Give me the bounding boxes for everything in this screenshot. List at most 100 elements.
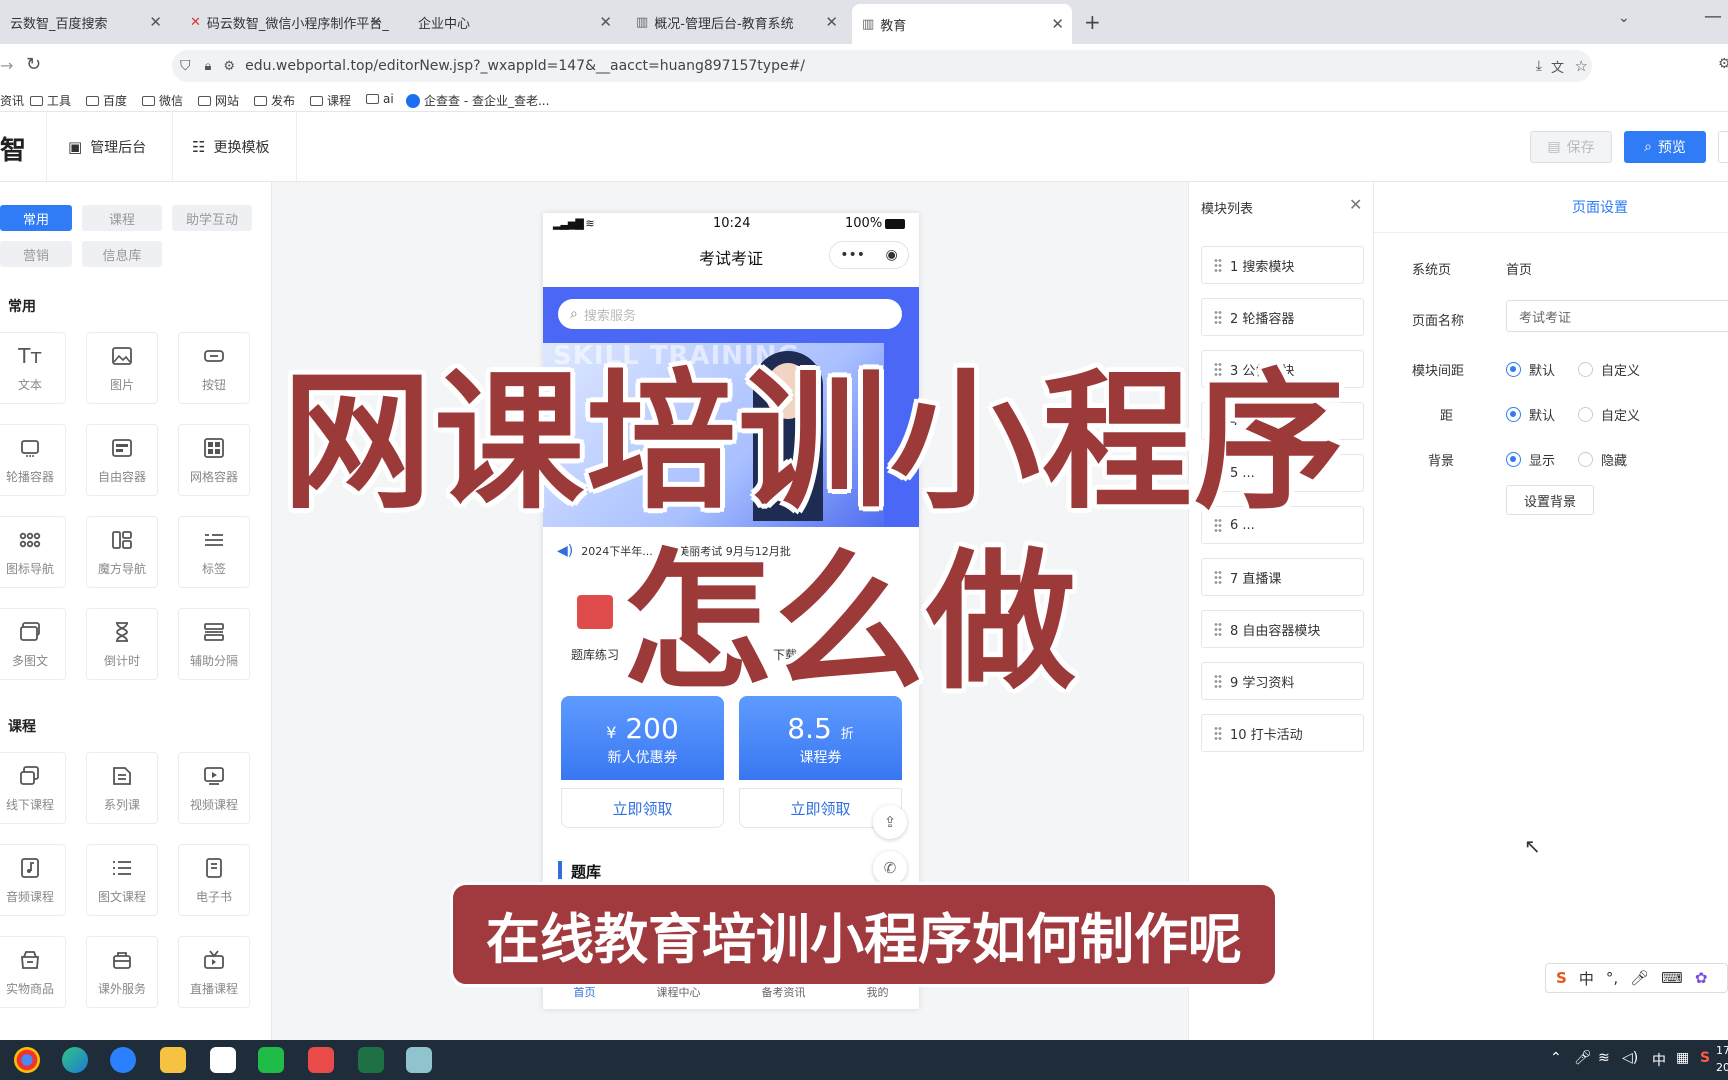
minimize-icon[interactable]: — [1704, 6, 1722, 27]
excel-icon[interactable] [358, 1047, 384, 1073]
set-background-button[interactable]: 设置背景 [1506, 485, 1594, 515]
nav-admin[interactable]: ▣ 管理后台 [68, 112, 146, 182]
tab-list-icon[interactable]: ⌄ [1618, 10, 1630, 26]
save-button[interactable]: ▤ 保存 [1530, 131, 1612, 163]
bookmark-folder[interactable]: 课程 [310, 92, 351, 109]
component-offline-course[interactable]: 线下课程 [0, 752, 66, 824]
url-text[interactable]: edu.webportal.top/editorNew.jsp?_wxappId… [245, 58, 805, 74]
volume-icon[interactable]: ◁) [1622, 1050, 1638, 1066]
component-text[interactable]: Tт 文本 [0, 332, 66, 404]
category-tab-common[interactable]: 常用 [0, 205, 72, 231]
keyboard-icon[interactable]: ⌨ [1661, 969, 1683, 987]
browser-tab[interactable]: ✕ 码云数智_微信小程序制作平台_ ✕ [180, 6, 390, 38]
category-tab-interaction[interactable]: 助学互动 [172, 205, 252, 231]
edge-icon[interactable] [62, 1047, 88, 1073]
notepad-icon[interactable] [406, 1047, 432, 1073]
preview-button[interactable]: ⌕ 预览 [1624, 131, 1706, 163]
drag-handle-icon[interactable] [1214, 258, 1222, 272]
ime-lang-toggle[interactable]: 中 [1579, 968, 1594, 989]
tray-app-icon[interactable]: ▦ [1676, 1050, 1689, 1066]
component-ebook[interactable]: 电子书 [178, 844, 250, 916]
close-icon[interactable]: ✕ [599, 13, 612, 31]
component-button[interactable]: 按钮 [178, 332, 250, 404]
tray-mic-icon[interactable]: 🎤︎ [1574, 1050, 1592, 1066]
tray-lang[interactable]: 中 [1652, 1050, 1666, 1070]
sogou-icon[interactable]: S [1556, 969, 1567, 987]
spacing2-custom-radio[interactable]: 自定义 [1578, 405, 1640, 424]
module-item[interactable]: 10 打卡活动 [1201, 714, 1364, 752]
bookmark-item[interactable]: 资讯 [0, 92, 24, 109]
spacing2-default-radio[interactable]: 默认 [1506, 405, 1555, 424]
wechat-icon[interactable] [258, 1047, 284, 1073]
component-article-course[interactable]: 图文课程 [86, 844, 158, 916]
file-explorer-icon[interactable] [160, 1047, 186, 1073]
quick-link-label[interactable]: 题库练习 [571, 646, 619, 663]
reload-icon[interactable]: ↻ [26, 54, 41, 75]
punctuation-icon[interactable]: °, [1606, 969, 1618, 987]
browser-tab[interactable]: 云数智_百度搜索 ✕ [0, 6, 170, 38]
wifi-icon[interactable]: ≋ [1598, 1050, 1610, 1066]
site-settings-icon[interactable]: ⚙ [223, 59, 235, 74]
close-icon[interactable]: ✕ [825, 13, 838, 31]
browser-tab[interactable]: 企业中心 ✕ [400, 6, 620, 38]
nav-change-template[interactable]: ☷ 更换模板 [192, 112, 269, 182]
bookmark-item[interactable]: 企查查 - 查企业_查老... [406, 92, 549, 109]
drag-handle-icon[interactable] [1214, 726, 1222, 740]
category-tab-marketing[interactable]: 营销 [0, 241, 72, 267]
bookmark-folder[interactable]: 工具 [30, 92, 71, 109]
share-icon[interactable]: ⇪ [873, 805, 907, 839]
drag-handle-icon[interactable] [1214, 674, 1222, 688]
more-button[interactable] [1718, 131, 1728, 163]
bookmark-folder[interactable]: ai [366, 92, 394, 106]
translate-icon[interactable]: 文 [1551, 57, 1564, 76]
drag-handle-icon[interactable] [1214, 310, 1222, 324]
component-countdown[interactable]: 倒计时 [86, 608, 158, 680]
clock[interactable]: 17 2025 [1716, 1042, 1728, 1076]
module-item[interactable]: 7 直播课 [1201, 558, 1364, 596]
search-input[interactable]: ⌕ 搜索服务 [558, 299, 902, 329]
module-item[interactable]: 2 轮播容器 [1201, 298, 1364, 336]
bookmark-folder[interactable]: 微信 [142, 92, 183, 109]
bookmark-folder[interactable]: 百度 [86, 92, 127, 109]
install-icon[interactable]: ⤓ [1536, 58, 1542, 74]
browser-app-icon[interactable] [110, 1047, 136, 1073]
component-cube-nav[interactable]: 魔方导航 [86, 516, 158, 588]
tray-chevron-icon[interactable]: ⌃ [1550, 1050, 1562, 1066]
target-icon[interactable]: ◉ [886, 247, 898, 263]
drag-handle-icon[interactable] [1214, 570, 1222, 584]
spacing-custom-radio[interactable]: 自定义 [1578, 360, 1640, 379]
tray-sogou-icon[interactable]: S [1700, 1050, 1710, 1066]
phone-call-icon[interactable]: ✆ [873, 851, 907, 885]
component-divider[interactable]: 辅助分隔 [178, 608, 250, 680]
close-icon[interactable]: ✕ [1051, 15, 1064, 33]
qq-icon[interactable] [210, 1047, 236, 1073]
component-carousel[interactable]: 轮播容器 [0, 424, 66, 496]
module-item[interactable]: 8 自由容器模块 [1201, 610, 1364, 648]
page-name-input[interactable]: 考试考证 [1506, 300, 1728, 332]
tab-page-settings[interactable]: 页面设置 [1572, 197, 1628, 217]
component-grid-container[interactable]: 网格容器 [178, 424, 250, 496]
more-icon[interactable]: ••• [840, 247, 865, 263]
component-tag[interactable]: 标签 [178, 516, 250, 588]
component-service[interactable]: 课外服务 [86, 936, 158, 1008]
address-bar[interactable]: ⛉ 🔒︎ ⚙ edu.webportal.top/editorNew.jsp?_… [172, 50, 1592, 82]
capsule-menu[interactable]: ••• ◉ [829, 241, 909, 269]
microphone-icon[interactable]: 🎤︎ [1630, 969, 1649, 987]
spacing-default-radio[interactable]: 默认 [1506, 360, 1555, 379]
claim-coupon-button[interactable]: 立即领取 [561, 788, 724, 828]
component-icon-nav[interactable]: 图标导航 [0, 516, 66, 588]
skin-icon[interactable]: ✿ [1695, 969, 1708, 987]
close-icon[interactable]: ✕ [1349, 195, 1362, 214]
component-video-course[interactable]: 视频课程 [178, 752, 250, 824]
category-tab-info[interactable]: 信息库 [82, 241, 162, 267]
component-free-container[interactable]: 自由容器 [86, 424, 158, 496]
question-bank-icon[interactable] [577, 595, 613, 629]
new-tab-icon[interactable]: + [1084, 10, 1101, 34]
component-multi-image[interactable]: 多图文 [0, 608, 66, 680]
close-icon[interactable]: ✕ [369, 13, 382, 31]
bg-hide-radio[interactable]: 隐藏 [1578, 450, 1627, 469]
browser-tab[interactable]: ▥ 概况-管理后台-教育系统 ✕ [626, 6, 846, 38]
category-tab-course[interactable]: 课程 [82, 205, 162, 231]
close-icon[interactable]: ✕ [149, 13, 162, 31]
module-item[interactable]: 1 搜索模块 [1201, 246, 1364, 284]
